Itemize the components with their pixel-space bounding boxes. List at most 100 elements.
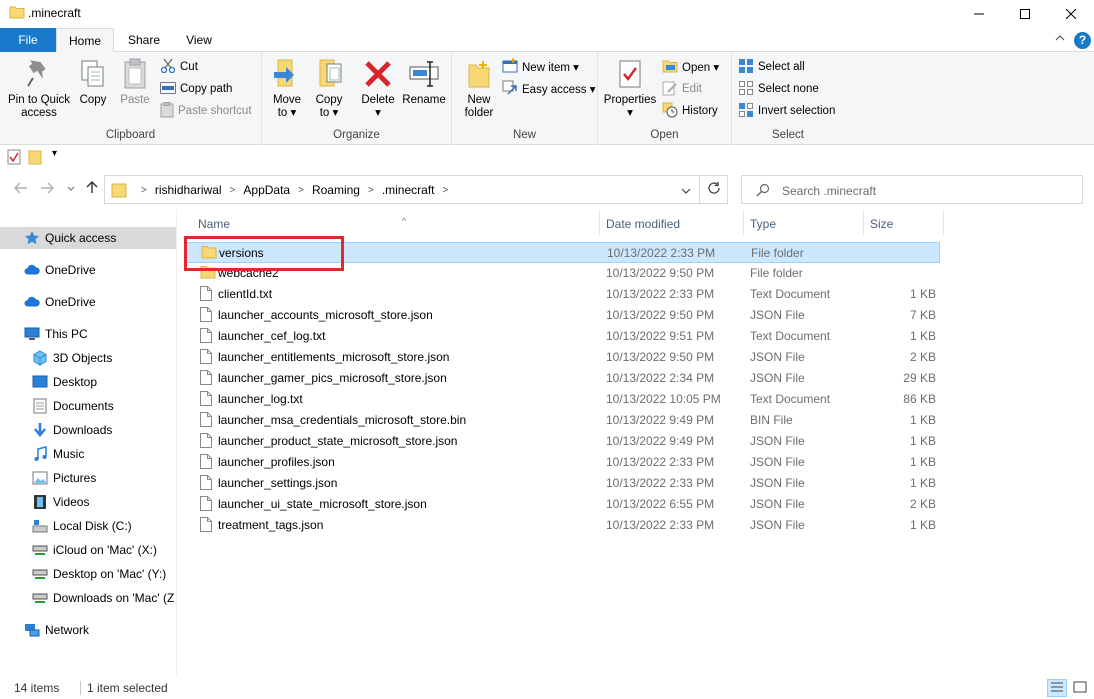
file-row[interactable]: launcher_profiles.json 10/13/2022 2:33 PM… — [184, 452, 940, 473]
network-drive-icon — [32, 566, 48, 582]
sidebar-item-onedrive[interactable]: OneDrive — [0, 291, 176, 313]
sidebar-item-videos[interactable]: Videos — [0, 491, 176, 513]
file-name: launcher_gamer_pics_microsoft_store.json — [218, 371, 447, 385]
sidebar-item-documents[interactable]: Documents — [0, 395, 176, 417]
tab-file[interactable]: File — [0, 28, 56, 52]
pin-to-quick-access-button[interactable]: Pin to Quick access — [6, 56, 72, 120]
file-row[interactable]: launcher_log.txt 10/13/2022 10:05 PM Text … — [184, 389, 940, 410]
select-none-button[interactable]: Select none — [738, 79, 819, 99]
chevron-right-icon[interactable]: > — [435, 185, 457, 196]
easy-access-button[interactable]: Easy access ▾ — [502, 79, 596, 99]
file-row[interactable]: launcher_gamer_pics_microsoft_store.json… — [184, 368, 940, 389]
edit-icon — [662, 80, 678, 99]
tab-share[interactable]: Share — [118, 28, 170, 52]
refresh-button[interactable] — [700, 175, 728, 204]
sidebar-item-3d-objects[interactable]: 3D Objects — [0, 347, 176, 369]
chevron-right-icon[interactable]: > — [290, 185, 312, 196]
breadcrumb-item[interactable]: Roaming — [312, 183, 360, 197]
chevron-right-icon[interactable]: > — [360, 185, 382, 196]
select-all-button[interactable]: Select all — [738, 57, 805, 77]
file-name: launcher_entitlements_microsoft_store.js… — [218, 350, 450, 364]
maximize-button[interactable] — [1002, 0, 1048, 28]
back-arrow-icon[interactable] — [14, 181, 28, 197]
details-view-button[interactable] — [1047, 679, 1067, 697]
title-bar: .minecraft — [0, 0, 1094, 28]
breadcrumb-item[interactable]: rishidhariwal — [155, 183, 222, 197]
close-button[interactable] — [1048, 0, 1094, 28]
sidebar-item-pictures[interactable]: Pictures — [0, 467, 176, 489]
paste-button[interactable]: Paste — [118, 56, 152, 107]
file-row[interactable]: launcher_msa_credentials_microsoft_store… — [184, 410, 940, 431]
forward-arrow-icon[interactable] — [40, 181, 54, 197]
minimize-button[interactable] — [956, 0, 1002, 28]
tab-view[interactable]: View — [174, 28, 224, 52]
sidebar-item-quick-access[interactable]: Quick access — [0, 227, 176, 249]
new-item-button[interactable]: New item ▾ — [502, 57, 579, 77]
new-folder-button[interactable]: New folder — [460, 56, 498, 120]
history-button[interactable]: History — [662, 101, 718, 121]
chevron-right-icon[interactable]: > — [133, 185, 155, 196]
chevron-up-icon[interactable] — [1054, 32, 1066, 47]
file-row[interactable]: clientId.txt 10/13/2022 2:33 PM Text Docum… — [184, 284, 940, 305]
delete-button[interactable]: Delete ▾ — [360, 56, 396, 120]
file-row[interactable]: launcher_ui_state_microsoft_store.json 10… — [184, 494, 940, 515]
file-row[interactable]: launcher_cef_log.txt 10/13/2022 9:51 PM Te… — [184, 326, 940, 347]
copy-to-button[interactable]: Copy to ▾ — [312, 56, 346, 120]
invert-selection-button[interactable]: Invert selection — [738, 101, 835, 121]
file-row[interactable]: launcher_accounts_microsoft_store.json 10… — [184, 305, 940, 326]
column-header-date[interactable]: Date modified — [600, 210, 744, 236]
recent-locations-chevron-icon[interactable] — [66, 180, 76, 196]
file-name: launcher_settings.json — [218, 476, 338, 490]
sidebar-item-downloads-mac[interactable]: Downloads on 'Mac' (Z — [0, 587, 176, 609]
sidebar-item-downloads[interactable]: Downloads — [0, 419, 176, 441]
up-arrow-icon[interactable] — [86, 180, 98, 197]
column-header-type[interactable]: Type — [744, 210, 864, 236]
sidebar-item-desktop-mac[interactable]: Desktop on 'Mac' (Y:) — [0, 563, 176, 585]
file-type: BIN File — [750, 413, 793, 427]
copy-path-button[interactable]: Copy path — [160, 79, 232, 99]
chevron-right-icon[interactable]: > — [222, 185, 244, 196]
sidebar-item-network[interactable]: Network — [0, 619, 176, 641]
file-date: 10/13/2022 9:49 PM — [606, 413, 715, 427]
sidebar-item-icloud-drive[interactable]: iCloud on 'Mac' (X:) — [0, 539, 176, 561]
properties-check-icon[interactable] — [7, 149, 21, 168]
open-group: Properties ▾ Open ▾ Edit History Open — [598, 52, 732, 145]
address-bar[interactable]: > rishidhariwal > AppData > Roaming > .m… — [104, 175, 700, 204]
file-date: 10/13/2022 10:05 PM — [606, 392, 721, 406]
tab-home[interactable]: Home — [56, 28, 114, 53]
customize-dropdown-icon[interactable]: ▾ — [52, 148, 57, 159]
sidebar-item-music[interactable]: Music — [0, 443, 176, 465]
help-icon[interactable]: ? — [1074, 32, 1091, 49]
properties-button[interactable]: Properties ▾ — [604, 56, 656, 120]
breadcrumb-item[interactable]: AppData — [243, 183, 290, 197]
copy-button[interactable]: Copy — [76, 56, 110, 107]
sidebar-item-local-disk[interactable]: Local Disk (C:) — [0, 515, 176, 537]
cut-button[interactable]: Cut — [160, 57, 198, 77]
breadcrumb-item[interactable]: .minecraft — [382, 183, 435, 197]
sidebar-item-onedrive[interactable]: OneDrive — [0, 259, 176, 281]
file-row[interactable]: launcher_settings.json 10/13/2022 2:33 PM… — [184, 473, 940, 494]
move-to-button[interactable]: Move to ▾ — [270, 56, 304, 120]
search-input[interactable]: Search .minecraft — [741, 175, 1083, 204]
new-folder-qat-icon[interactable] — [28, 149, 42, 168]
file-row[interactable]: launcher_product_state_microsoft_store.j… — [184, 431, 940, 452]
file-row[interactable]: launcher_entitlements_microsoft_store.js… — [184, 347, 940, 368]
file-row[interactable]: treatment_tags.json 10/13/2022 2:33 PM JSO… — [184, 515, 940, 536]
column-header-name[interactable]: Name ^ — [192, 210, 600, 236]
large-icons-view-button[interactable] — [1070, 679, 1090, 697]
cloud-icon — [24, 294, 40, 310]
rename-button[interactable]: Rename — [402, 56, 446, 107]
file-size: 1 KB — [909, 287, 936, 301]
edit-button[interactable]: Edit — [662, 79, 702, 99]
address-dropdown-icon[interactable] — [681, 185, 691, 199]
file-name: launcher_profiles.json — [218, 455, 335, 469]
music-note-icon — [32, 446, 48, 462]
column-header-size[interactable]: Size — [864, 210, 944, 236]
paste-shortcut-button[interactable]: Paste shortcut — [160, 101, 252, 121]
open-button[interactable]: Open ▾ — [662, 57, 719, 77]
cloud-icon — [24, 262, 40, 278]
file-type: JSON File — [750, 455, 805, 469]
sidebar-item-this-pc[interactable]: This PC — [0, 323, 176, 345]
file-date: 10/13/2022 9:50 PM — [606, 308, 715, 322]
sidebar-item-desktop[interactable]: Desktop — [0, 371, 176, 393]
